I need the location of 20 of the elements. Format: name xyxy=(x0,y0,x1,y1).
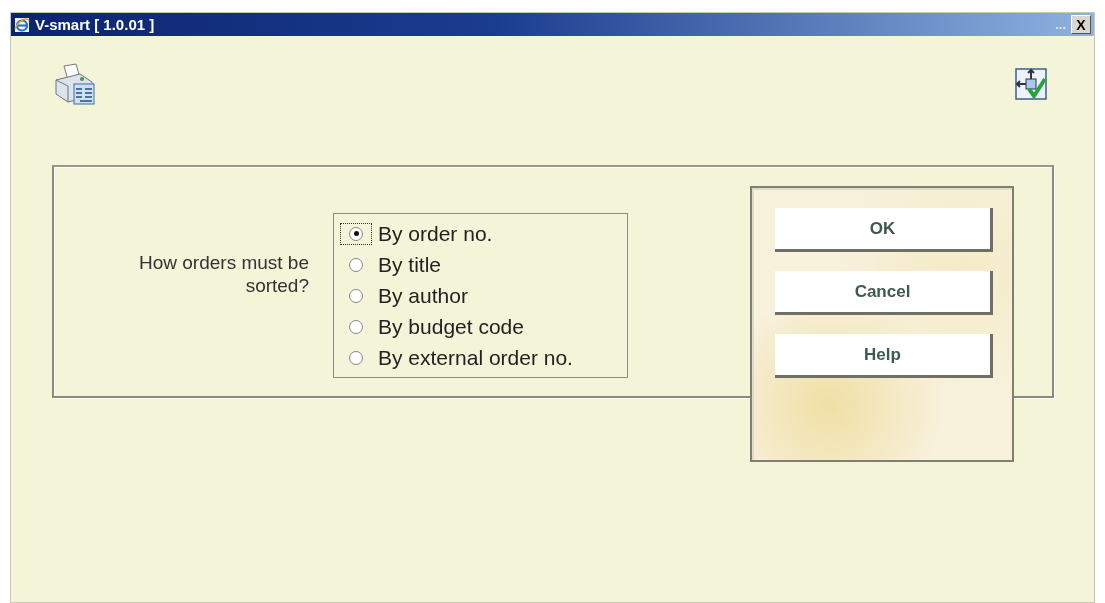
radio-button[interactable] xyxy=(349,319,363,334)
radio-label[interactable]: By budget code xyxy=(378,314,524,339)
dialog-button[interactable]: Cancel xyxy=(775,271,993,315)
radio-button[interactable] xyxy=(349,350,363,365)
radio-label[interactable]: By author xyxy=(378,283,468,308)
radio-label[interactable]: By title xyxy=(378,252,442,277)
printer-icon[interactable] xyxy=(52,62,98,106)
browser-e-icon xyxy=(14,16,30,33)
dialog-button[interactable]: OK xyxy=(775,208,993,252)
resize-check-icon[interactable] xyxy=(1014,67,1048,101)
close-button[interactable]: X xyxy=(1071,15,1091,34)
radio-label[interactable]: By external order no. xyxy=(378,345,573,370)
radio-button[interactable] xyxy=(349,257,363,272)
window-title: V-smart [ 1.0.01 ] xyxy=(35,16,155,33)
radio-button[interactable] xyxy=(349,226,363,241)
radio-button[interactable] xyxy=(349,288,363,303)
sort-question-label: How orders must be sorted? xyxy=(138,251,309,297)
dialog-button[interactable]: Help xyxy=(775,334,993,378)
title-overflow: ... xyxy=(1055,17,1066,32)
radio-label[interactable]: By order no. xyxy=(378,221,493,246)
